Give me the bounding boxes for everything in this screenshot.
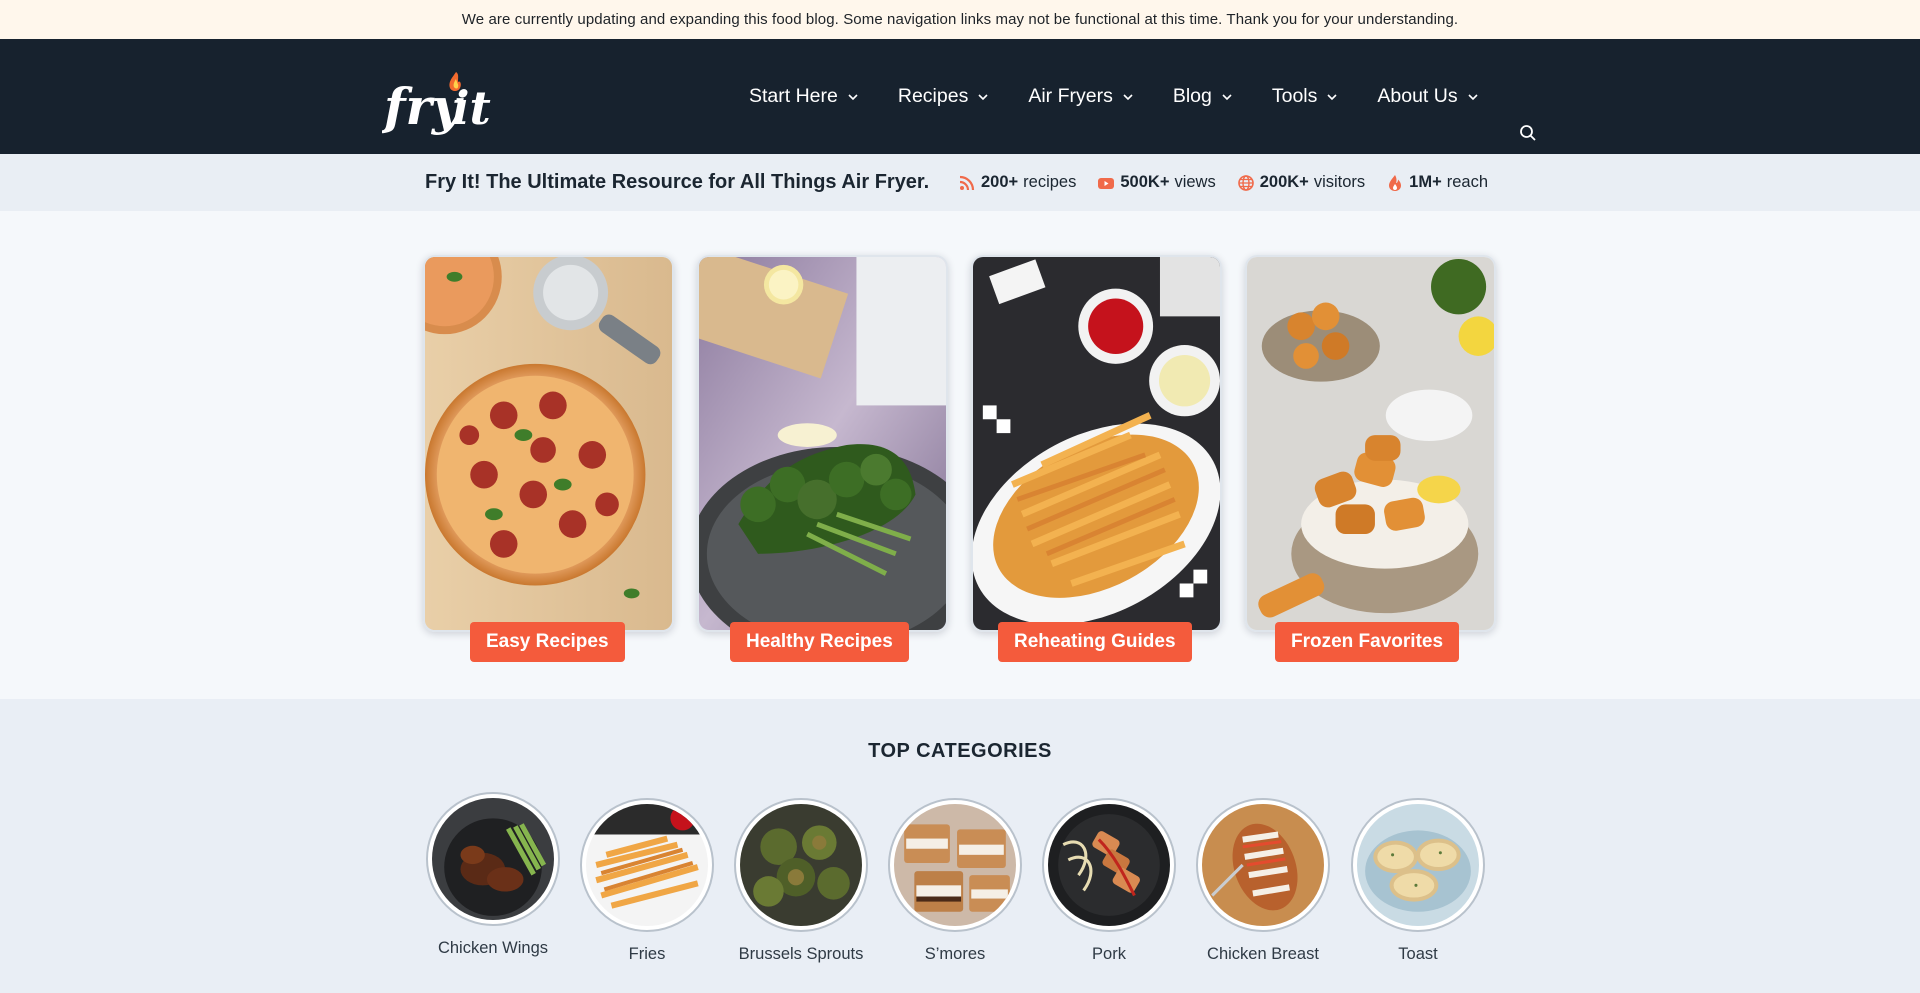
- rss-icon: [958, 174, 976, 192]
- category-name: Chicken Breast: [1207, 945, 1319, 963]
- category-image: [580, 798, 714, 932]
- globe-icon: [1237, 174, 1255, 192]
- nav-tools[interactable]: Tools: [1272, 85, 1339, 108]
- site-logo[interactable]: fry it: [381, 66, 492, 138]
- nav-label: Tools: [1271, 85, 1318, 107]
- main-nav: Start Here Recipes Air Fryers Blog Tools…: [749, 39, 1518, 154]
- category-name: S’mores: [924, 945, 986, 963]
- category-image: [1196, 798, 1330, 932]
- chevron-down-icon: [1122, 91, 1134, 103]
- stats-row: 200+ recipes 500K+ views 200K+ visitors …: [958, 154, 1488, 211]
- category-fries[interactable]: Fries: [572, 798, 722, 964]
- tagline-bar: Fry It! The Ultimate Resource for All Th…: [0, 154, 1920, 211]
- nav-label: Recipes: [897, 85, 969, 107]
- nav-label: Blog: [1172, 85, 1212, 107]
- category-pork[interactable]: Pork: [1034, 798, 1184, 964]
- nav-about-us[interactable]: About Us: [1377, 85, 1478, 108]
- stat-visitors: 200K+ visitors: [1237, 173, 1365, 192]
- stat-recipes: 200+ recipes: [958, 173, 1076, 192]
- card-reheating-guides[interactable]: [971, 255, 1222, 632]
- category-smores[interactable]: S’mores: [880, 798, 1030, 964]
- nav-label: Start Here: [749, 85, 838, 107]
- category-image: [1042, 798, 1176, 932]
- stat-reach: 1M+ reach: [1386, 173, 1488, 192]
- category-chicken-wings[interactable]: Chicken Wings: [418, 792, 568, 958]
- site-header: fry it Start Here Recipes Air Fryers Blo…: [0, 39, 1920, 154]
- chevron-down-icon: [977, 91, 989, 103]
- nav-recipes[interactable]: Recipes: [898, 85, 989, 108]
- chevron-down-icon: [1221, 91, 1233, 103]
- stat-label: views: [1174, 173, 1216, 191]
- stat-label: recipes: [1023, 173, 1077, 191]
- stat-value: 200+: [981, 173, 1019, 191]
- hero-section: Easy Recipes Healthy Recipes Reheating G…: [0, 211, 1920, 699]
- notice-bar: We are currently updating and expanding …: [0, 0, 1920, 39]
- category-name: Chicken Wings: [437, 939, 549, 957]
- stat-views: 500K+ views: [1097, 173, 1216, 192]
- search-icon[interactable]: [1519, 124, 1537, 142]
- category-image: [426, 792, 560, 926]
- category-image: [888, 798, 1022, 932]
- nav-start-here[interactable]: Start Here: [749, 85, 859, 108]
- nav-label: Air Fryers: [1028, 85, 1113, 107]
- stat-label: visitors: [1313, 173, 1366, 191]
- youtube-icon: [1097, 174, 1115, 192]
- flame-icon: [1386, 174, 1404, 192]
- chevron-down-icon: [1326, 91, 1338, 103]
- section-title: TOP CATEGORIES: [868, 740, 1052, 762]
- category-name: Brussels Sprouts: [738, 945, 864, 963]
- category-chicken-breast[interactable]: Chicken Breast: [1188, 798, 1338, 964]
- category-name: Fries: [628, 945, 666, 963]
- easy-recipes-button[interactable]: Easy Recipes: [470, 622, 625, 662]
- fries-image: [973, 257, 1220, 630]
- nav-air-fryers[interactable]: Air Fryers: [1028, 85, 1134, 108]
- stat-value: 200K+: [1259, 173, 1309, 191]
- card-easy-recipes[interactable]: [423, 255, 674, 632]
- healthy-recipes-button[interactable]: Healthy Recipes: [730, 622, 909, 662]
- nuggets-image: [1247, 257, 1494, 630]
- chevron-down-icon: [1467, 91, 1479, 103]
- chevron-down-icon: [847, 91, 859, 103]
- category-name: Pork: [1092, 945, 1126, 963]
- category-image: [734, 798, 868, 932]
- card-frozen-favorites[interactable]: [1245, 255, 1496, 632]
- card-healthy-recipes[interactable]: [697, 255, 948, 632]
- category-brussels-sprouts[interactable]: Brussels Sprouts: [726, 798, 876, 964]
- pizza-image: [425, 257, 672, 630]
- stat-value: 500K+: [1120, 173, 1170, 191]
- logo-image: fry it: [381, 72, 491, 136]
- notice-text: We are currently updating and expanding …: [461, 11, 1459, 28]
- category-name: Toast: [1398, 945, 1438, 963]
- nav-label: About Us: [1377, 85, 1458, 107]
- reheating-guides-button[interactable]: Reheating Guides: [998, 622, 1192, 662]
- stat-label: reach: [1446, 173, 1489, 191]
- top-categories-section: TOP CATEGORIES Chicken Wings Fries Bruss…: [0, 699, 1920, 993]
- site-tagline: Fry It! The Ultimate Resource for All Th…: [425, 171, 930, 193]
- frozen-favorites-button[interactable]: Frozen Favorites: [1275, 622, 1460, 662]
- category-toast[interactable]: Toast: [1343, 798, 1493, 964]
- svg-text:it: it: [452, 81, 491, 135]
- category-image: [1351, 798, 1485, 932]
- nav-blog[interactable]: Blog: [1173, 85, 1233, 108]
- broccolini-image: [699, 257, 946, 630]
- stat-value: 1M+: [1409, 173, 1442, 191]
